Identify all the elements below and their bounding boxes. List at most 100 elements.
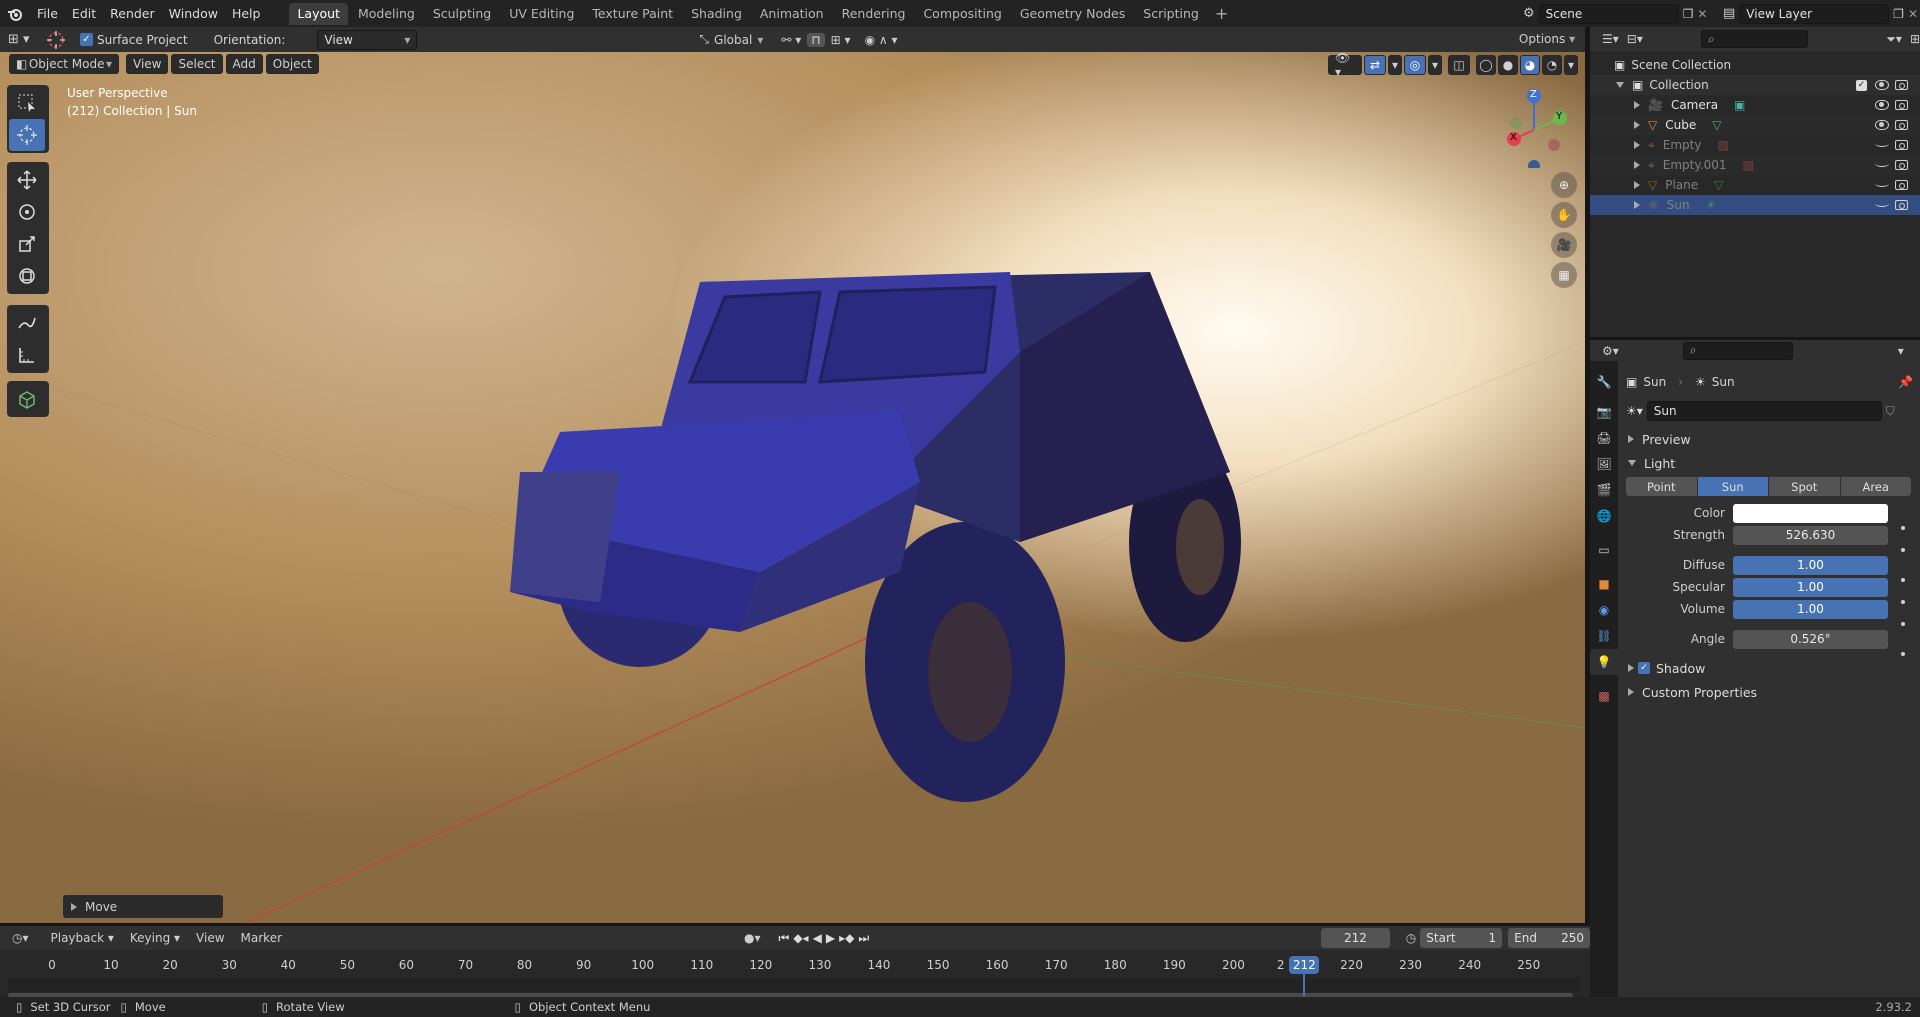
clock-icon[interactable]: ◷ [1406, 931, 1416, 945]
start-frame-field[interactable]: Start 1 [1420, 928, 1503, 948]
timeline-editor-icon[interactable]: ◷▾ [12, 931, 29, 945]
light-type-sun-button[interactable]: Sun [1697, 477, 1768, 496]
measure-tool-icon[interactable] [9, 339, 45, 371]
move-tool-icon[interactable] [9, 164, 45, 196]
gizmo-toggle-icon[interactable]: ⇄ [1364, 55, 1386, 75]
image-icon[interactable]: ▨ [1717, 138, 1728, 152]
new-collection-icon[interactable]: ⊞ [1910, 32, 1920, 46]
volume-slider[interactable]: 1.00 [1733, 599, 1888, 619]
viewport-menu-add[interactable]: Add [225, 54, 263, 74]
visibility-eye-icon[interactable] [1875, 100, 1889, 110]
snap-target-icon[interactable]: ⊞ ▾ [831, 33, 851, 47]
view-layer-selector[interactable]: ▤ View Layer ❐ ✕ [1723, 3, 1918, 24]
tab-rendering[interactable]: Rendering [834, 3, 914, 25]
display-mode-icon[interactable]: ⊟▾ [1627, 32, 1643, 46]
expand-triangle-icon[interactable] [1634, 121, 1640, 129]
light-type-area-button[interactable]: Area [1840, 477, 1911, 496]
light-datablock-icon[interactable]: ☀▾ [1626, 404, 1643, 418]
keyframe-dot-volume[interactable] [1901, 622, 1905, 626]
close-scene-icon[interactable]: ✕ [1697, 7, 1707, 21]
outliner-collection[interactable]: ▣ Collection ✓ [1590, 75, 1920, 95]
pivot-icon[interactable]: ⚯ ▾ [781, 33, 801, 47]
tab-uv-editing[interactable]: UV Editing [501, 3, 582, 25]
close-view-layer-icon[interactable]: ✕ [1908, 7, 1918, 21]
scene-selector[interactable]: ⚙ Scene ❐ ✕ [1523, 3, 1713, 24]
surface-project-checkbox[interactable]: ✓ Surface Project [80, 33, 188, 47]
light-section[interactable]: Light [1618, 451, 1920, 475]
render-camera-icon[interactable] [1895, 80, 1908, 90]
light-data-tab-icon[interactable]: 💡 [1590, 649, 1618, 675]
jump-start-icon[interactable]: ⏮ [779, 931, 790, 946]
expand-triangle-icon[interactable] [1634, 181, 1640, 189]
outliner-item-sun[interactable]: ☼ Sun ☀ [1590, 195, 1920, 215]
texture-tab-icon[interactable]: ▩ [1590, 683, 1618, 709]
menu-edit[interactable]: Edit [65, 0, 103, 27]
gizmo-dropdown-icon[interactable]: ▾ [1388, 55, 1402, 75]
image-icon[interactable]: ▨ [1742, 158, 1753, 172]
cursor-tool-icon[interactable] [9, 119, 45, 151]
transform-tool-icon[interactable] [9, 260, 45, 292]
jump-keyframe-back-icon[interactable]: ◆◂ [793, 931, 808, 946]
play-reverse-icon[interactable]: ◀ [813, 931, 822, 946]
tab-shading[interactable]: Shading [683, 3, 750, 25]
outliner-editor-icon[interactable]: ☰▾ [1602, 32, 1619, 46]
physics-tab-icon[interactable]: ◉ [1590, 597, 1618, 623]
navigation-gizmo[interactable]: Z Y X [1496, 88, 1576, 172]
keyframe-dot-diffuse[interactable] [1901, 578, 1905, 582]
render-camera-icon[interactable] [1895, 200, 1908, 210]
scale-tool-icon[interactable] [9, 228, 45, 260]
wireframe-shading-icon[interactable]: ◯ [1476, 55, 1496, 75]
solid-shading-icon[interactable]: ● [1498, 55, 1518, 75]
object-mode-dropdown[interactable]: ◧ Object Mode ▾ [9, 54, 119, 74]
outliner-item-empty-001[interactable]: ⌖ Empty.001 ▨ [1590, 155, 1920, 175]
select-box-tool-icon[interactable] [9, 87, 45, 119]
jump-end-icon[interactable]: ⏭ [858, 931, 869, 946]
cube-mesh[interactable] [510, 272, 1241, 802]
current-frame-field[interactable]: 212 [1321, 928, 1390, 948]
filter-icon[interactable]: ⏷▾ [1886, 32, 1902, 47]
playback-menu[interactable]: Playback ▾ [45, 928, 120, 948]
keyframe-dot-angle[interactable] [1901, 652, 1905, 656]
tab-sculpting[interactable]: Sculpting [425, 3, 499, 25]
play-icon[interactable]: ▶ [826, 931, 835, 946]
expand-triangle-icon[interactable] [1634, 201, 1640, 209]
editor-type-icon[interactable]: ⊞ ▾ [8, 32, 38, 47]
tool-tab-icon[interactable]: 🔧 [1590, 369, 1618, 395]
overlays-dropdown-icon[interactable]: ▾ [1428, 55, 1442, 75]
outliner-search-input[interactable]: ⌕ [1700, 30, 1809, 48]
timeline-view-menu[interactable]: View [190, 928, 230, 948]
hidden-eye-icon[interactable] [1875, 180, 1889, 187]
orientation-dropdown[interactable]: View ▾ [317, 29, 418, 50]
render-camera-icon[interactable] [1895, 140, 1908, 150]
keying-menu[interactable]: Keying ▾ [124, 928, 186, 948]
specular-slider[interactable]: 1.00 [1733, 577, 1888, 597]
snap-icon[interactable]: ⊓ [807, 32, 825, 47]
output-tab-icon[interactable]: 🖨 [1590, 425, 1618, 451]
outliner-item-empty[interactable]: ⌖ Empty ▨ [1590, 135, 1920, 155]
outliner-item-camera[interactable]: 🎥 Camera ▣ [1590, 95, 1920, 115]
last-operator-panel[interactable]: Move [63, 895, 223, 918]
menu-help[interactable]: Help [225, 0, 268, 27]
expand-triangle-icon[interactable] [1634, 141, 1640, 149]
outliner-item-cube[interactable]: ▽ Cube ▽ [1590, 115, 1920, 135]
viewport-menu-object[interactable]: Object [265, 54, 319, 74]
keyframe-dot-strength[interactable] [1901, 548, 1905, 552]
render-camera-icon[interactable] [1895, 100, 1908, 110]
light-type-spot-button[interactable]: Spot [1769, 477, 1840, 496]
zoom-icon[interactable]: ⊕ [1551, 172, 1577, 198]
exclude-checkbox[interactable]: ✓ [1856, 79, 1867, 91]
new-view-layer-icon[interactable]: ❐ [1893, 7, 1904, 21]
expand-triangle-icon[interactable] [1634, 101, 1640, 109]
scene-tab-icon[interactable]: 🎬 [1590, 477, 1618, 503]
ortho-toggle-icon[interactable]: ▦ [1551, 262, 1577, 288]
preview-section[interactable]: Preview [1618, 427, 1920, 451]
end-frame-field[interactable]: End 250 [1508, 928, 1590, 948]
expand-triangle-icon[interactable] [1634, 161, 1640, 169]
tab-layout[interactable]: Layout [289, 2, 348, 25]
timeline-track[interactable] [8, 978, 1580, 992]
light-type-point-button[interactable]: Point [1626, 477, 1697, 496]
render-camera-icon[interactable] [1895, 160, 1908, 170]
render-camera-icon[interactable] [1895, 180, 1908, 190]
outliner-item-plane[interactable]: ▽ Plane ▽ [1590, 175, 1920, 195]
options-dropdown[interactable]: Options ▾ [1514, 29, 1580, 49]
